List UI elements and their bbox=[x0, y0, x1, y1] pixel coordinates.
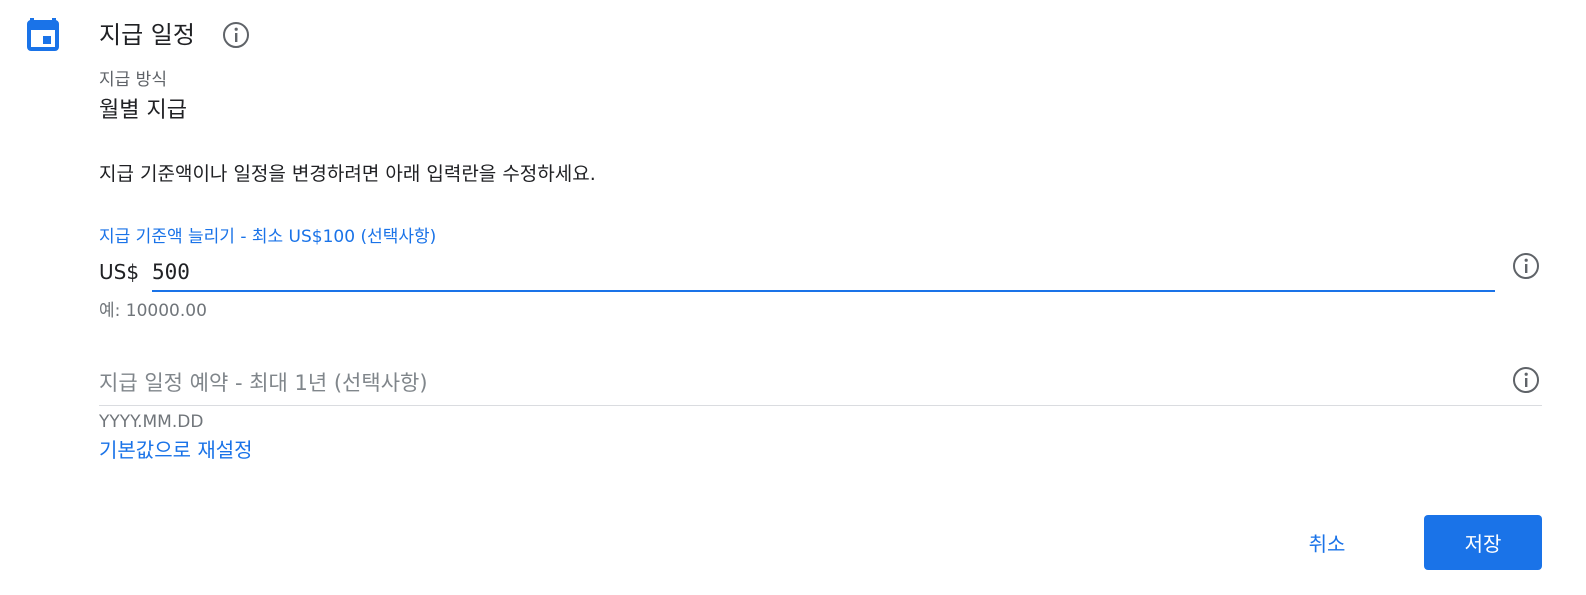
schedule-date-input[interactable] bbox=[99, 360, 1542, 406]
threshold-hint: 예: 10000.00 bbox=[99, 301, 207, 321]
threshold-info-icon[interactable] bbox=[1511, 251, 1541, 281]
save-button[interactable]: 저장 bbox=[1424, 515, 1542, 570]
threshold-field-label: 지급 기준액 늘리기 - 최소 US$100 (선택사항) bbox=[99, 227, 437, 247]
payment-method-value: 월별 지급 bbox=[99, 98, 187, 123]
reset-to-default-link[interactable]: 기본값으로 재설정 bbox=[99, 435, 253, 465]
schedule-info-icon[interactable] bbox=[1511, 365, 1541, 395]
page-title: 지급 일정 bbox=[99, 21, 195, 49]
info-icon[interactable] bbox=[221, 20, 251, 50]
threshold-input[interactable] bbox=[152, 254, 1495, 292]
cancel-button[interactable]: 취소 bbox=[1283, 516, 1371, 568]
currency-prefix: US$ bbox=[99, 260, 140, 284]
payment-method-label: 지급 방식 bbox=[99, 70, 167, 90]
schedule-date-hint: YYYY.MM.DD bbox=[99, 412, 204, 432]
calendar-icon bbox=[26, 16, 60, 54]
description-text: 지급 기준액이나 일정을 변경하려면 아래 입력란을 수정하세요. bbox=[99, 163, 596, 185]
